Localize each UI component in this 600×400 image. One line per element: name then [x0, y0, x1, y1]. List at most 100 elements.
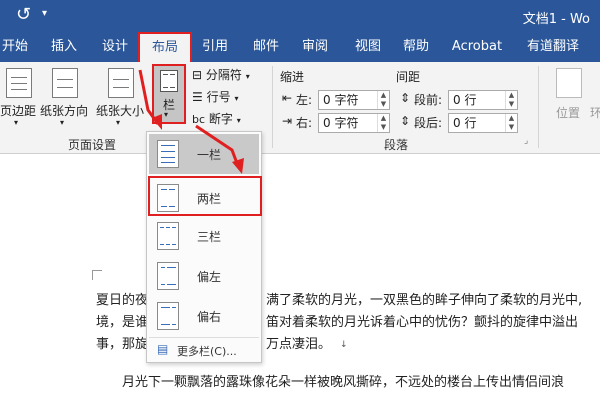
line-numbers-icon: ☰ [192, 90, 203, 104]
hyphenation-dropdown-icon: ▾ [236, 116, 241, 125]
line-numbers-label: 行号 [206, 90, 231, 104]
line-numbers-dropdown-icon: ▾ [234, 94, 239, 103]
size-label: 纸张大小 [95, 104, 144, 118]
document-page[interactable]: 夏日的夜 满了柔软的月光，一双黑色的眸子伸向了柔软的月光中, 境，是谁 笛对着柔… [0, 154, 600, 400]
margins-button[interactable]: 页边距 ▾ [0, 66, 36, 130]
margins-dropdown-icon: ▾ [14, 118, 19, 127]
tab-home[interactable]: 开始 [0, 32, 30, 62]
ribbon: 页边距 ▾ 纸张方向 ▾ 纸张大小 ▾ 栏 ▾ ⊟ 分隔符 ▾ ☰ 行号 ▾ b… [0, 62, 600, 154]
line-numbers-button[interactable]: ☰ 行号 ▾ [192, 88, 238, 105]
columns-label: 栏 [162, 98, 175, 112]
indent-left-value: 0 字符 [323, 93, 359, 107]
spacing-before-icon: ⇕ [400, 91, 411, 105]
indent-left-label: 左: [296, 93, 313, 107]
doc-line-1a: 夏日的夜 [96, 293, 149, 308]
indent-right-spinner-icon[interactable]: ▲ ▼ [377, 114, 389, 132]
breaks-icon: ⊟ [192, 68, 203, 82]
orientation-button[interactable]: 纸张方向 ▾ [38, 66, 90, 130]
tab-design[interactable]: 设计 [98, 32, 132, 62]
wrap-text-button[interactable]: 环 [590, 66, 600, 126]
title-bar: ↺ ▾ 文档1 - Wo [0, 0, 600, 32]
indent-right-icon: ⇥ [282, 114, 293, 128]
doc-line-1b: 满了柔软的月光，一双黑色的眸子伸向了柔软的月光中, [266, 293, 583, 308]
one-column-icon [157, 140, 179, 168]
tab-review[interactable]: 审阅 [300, 32, 330, 62]
tab-mailings[interactable]: 邮件 [250, 32, 282, 62]
spacing-before-spinner-icon[interactable]: ▲ ▼ [505, 91, 517, 109]
size-icon [108, 68, 134, 98]
columns-option-left-label: 偏左 [197, 270, 222, 284]
spacing-title: 间距 [396, 70, 421, 84]
doc-line-2b: 笛对着柔软的月光诉着心中的忧伤？颤抖的旋律中溢出 [266, 315, 579, 330]
columns-option-right-label: 偏右 [197, 310, 222, 324]
orientation-label: 纸张方向 [39, 104, 88, 118]
spacing-before-input[interactable]: 0 行 ▲ ▼ [448, 90, 518, 110]
tab-layout[interactable]: 布局 [138, 32, 192, 62]
columns-option-three-label: 三栏 [197, 230, 222, 244]
margins-label: 页边距 [0, 104, 36, 118]
two-columns-highlight [148, 176, 262, 216]
columns-dropdown-icon: ▾ [164, 110, 169, 119]
ribbon-tabs: 开始 插入 设计 布局 引用 邮件 审阅 视图 帮助 Acrobat 有道翻译 [0, 32, 600, 62]
paragraph-dialog-launcher-icon[interactable]: ⌟ [524, 136, 528, 146]
spacing-after-input[interactable]: 0 行 ▲ ▼ [448, 113, 518, 133]
spacing-before-value: 0 行 [453, 93, 477, 107]
columns-option-one-label: 一栏 [197, 148, 222, 162]
doc-line-4: 月光下一颗飘落的露珠像花朵一样被晚风撕碎，不远处的楼台上传出情侣间浪 [122, 375, 565, 390]
doc-line-2a: 境，是谁 [96, 315, 149, 330]
columns-dropdown-menu: 一栏 两栏 三栏 偏左 偏右 ▤ 更多栏(C)... [146, 131, 262, 363]
page-corner-mark [92, 270, 102, 280]
more-columns-icon: ▤ [157, 342, 169, 356]
tab-references[interactable]: 引用 [200, 32, 230, 62]
columns-option-left[interactable]: 偏左 [149, 256, 259, 296]
columns-option-three[interactable]: 三栏 [149, 216, 259, 256]
size-button[interactable]: 纸张大小 ▾ [94, 66, 146, 130]
right-column-icon [157, 302, 179, 330]
hyphenation-icon: bc [192, 113, 206, 126]
indent-right-input[interactable]: 0 字符 ▲ ▼ [318, 113, 390, 133]
doc-line-3a: 事，那旋 [96, 337, 149, 352]
indent-right-value: 0 字符 [323, 116, 359, 130]
indent-left-input[interactable]: 0 字符 ▲ ▼ [318, 90, 390, 110]
tab-insert[interactable]: 插入 [48, 32, 80, 62]
redo-icon[interactable]: ↺ [16, 4, 31, 25]
position-icon [556, 68, 582, 98]
indent-right-label: 右: [296, 116, 313, 130]
doc-line-3b: 万点凄泪。 [266, 337, 332, 352]
spacing-before-label: 段前: [414, 93, 443, 107]
page-setup-group-label: 页面设置 [68, 138, 117, 152]
quick-access-dropdown-icon[interactable]: ▾ [42, 8, 47, 19]
three-columns-icon [157, 222, 179, 250]
more-columns-item[interactable]: ▤ 更多栏(C)... [149, 338, 259, 362]
indent-left-icon: ⇤ [282, 91, 293, 105]
position-button[interactable]: 位置 [548, 66, 588, 126]
size-dropdown-icon: ▾ [116, 118, 121, 127]
orientation-dropdown-icon: ▾ [60, 118, 65, 127]
spacing-after-label: 段后: [414, 116, 443, 130]
columns-icon [160, 70, 178, 92]
columns-option-one[interactable]: 一栏 [149, 134, 259, 174]
breaks-label: 分隔符 [205, 68, 242, 82]
tab-help[interactable]: 帮助 [400, 32, 432, 62]
document-title: 文档1 - Wo [522, 12, 590, 27]
indent-left-spinner-icon[interactable]: ▲ ▼ [377, 91, 389, 109]
tab-view[interactable]: 视图 [352, 32, 384, 62]
group-separator [538, 66, 539, 148]
hyphenation-label: 断字 [208, 112, 233, 126]
left-column-icon [157, 262, 179, 290]
columns-option-right[interactable]: 偏右 [149, 296, 259, 336]
spacing-after-value: 0 行 [453, 116, 477, 130]
spacing-after-spinner-icon[interactable]: ▲ ▼ [505, 114, 517, 132]
columns-button[interactable]: 栏 ▾ [152, 64, 186, 124]
hyphenation-button[interactable]: bc 断字 ▾ [192, 110, 241, 127]
wrap-text-label: 环 [590, 106, 600, 120]
orientation-icon [52, 68, 78, 98]
spacing-after-icon: ⇕ [400, 114, 411, 128]
tab-youdao[interactable]: 有道翻译 [520, 32, 586, 62]
breaks-button[interactable]: ⊟ 分隔符 ▾ [192, 66, 250, 83]
indent-title: 缩进 [280, 70, 305, 84]
more-columns-label: 更多栏(C)... [177, 345, 237, 358]
paragraph-group-label: 段落 [384, 138, 409, 152]
breaks-dropdown-icon: ▾ [245, 72, 250, 81]
tab-acrobat[interactable]: Acrobat [450, 32, 504, 62]
